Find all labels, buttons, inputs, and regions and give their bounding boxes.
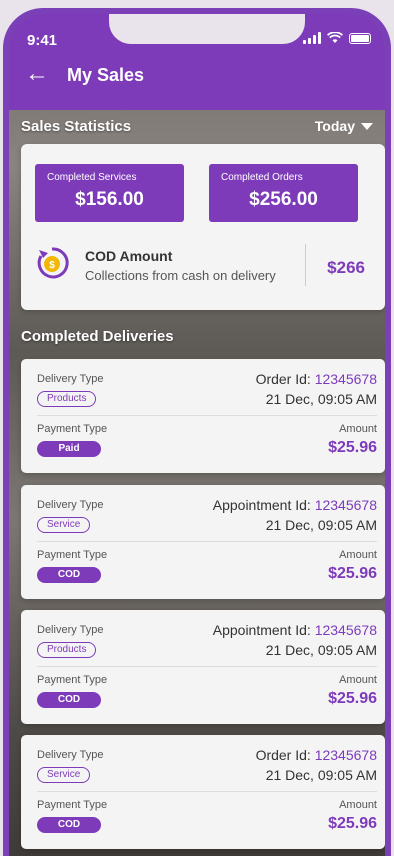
amount-label: Amount [339,799,377,811]
delivery-type-label: Delivery Type [37,624,104,636]
divider [305,244,306,286]
sales-stats-card: Completed Services $156.00 Completed Ord… [21,144,385,310]
completed-deliveries-heading: Completed Deliveries [21,328,174,345]
sales-statistics-heading: Sales Statistics [21,118,132,135]
delivery-type-badge: Service [37,767,91,783]
completed-orders-box: Completed Orders $256.00 [209,164,358,222]
payment-type-label: Payment Type [37,799,108,811]
page-title: My Sales [67,65,145,85]
delivery-type-badge: Products [37,391,97,407]
notch [109,14,305,44]
amount-label: Amount [339,549,377,561]
amount-value: $25.96 [328,439,377,456]
payment-type-badge: COD [37,817,101,833]
delivery-date: 21 Dec, 09:05 AM [265,767,377,783]
cash-collection-icon: $ [37,247,69,279]
svg-text:$: $ [49,260,55,271]
completed-orders-value: $256.00 [249,189,318,210]
battery-icon [349,32,371,44]
delivery-type-badge: Service [37,517,91,533]
cod-amount-subtitle: Collections from cash on delivery [85,268,276,283]
order-id-value: 12345678 [314,371,377,387]
appointment-id-label: Appointment Id: [212,497,311,513]
divider [37,541,377,542]
amount-value: $25.96 [328,690,377,707]
cod-amount-title: COD Amount [85,248,173,264]
appointment-id-value: 12345678 [314,622,377,638]
order-id-label: Order Id: [255,747,311,763]
amount-label: Amount [339,423,377,435]
appointment-id: Appointment Id: 12345678 [213,622,377,638]
divider [37,666,377,667]
delivery-type-label: Delivery Type [37,749,104,761]
appointment-id-value: 12345678 [314,497,377,513]
delivery-date: 21 Dec, 09:05 AM [265,517,377,533]
amount-label: Amount [339,674,377,686]
cod-amount-value: $266 [327,258,365,277]
payment-type-label: Payment Type [37,674,108,686]
completed-orders-label: Completed Orders [221,172,303,183]
delivery-card[interactable]: Delivery Type Service Payment Type COD O… [21,735,385,849]
completed-services-value: $156.00 [75,189,144,210]
order-id-label: Order Id: [255,371,311,387]
chevron-down-icon [361,122,373,130]
completed-services-box: Completed Services $156.00 [35,164,184,222]
appointment-id: Appointment Id: 12345678 [213,497,377,513]
delivery-date: 21 Dec, 09:05 AM [265,391,377,407]
completed-services-label: Completed Services [47,172,137,183]
divider [37,791,377,792]
phone-frame: 9:41 ← My Sales Sales Statistics Today C… [3,8,391,856]
date-filter-dropdown[interactable]: Today [315,118,373,134]
delivery-type-label: Delivery Type [37,499,104,511]
order-id-value: 12345678 [314,747,377,763]
date-filter-label: Today [314,118,355,134]
wifi-icon [327,32,343,43]
back-arrow-icon[interactable]: ← [25,62,49,86]
order-id: Order Id: 12345678 [256,371,377,387]
amount-value: $25.96 [328,565,377,582]
delivery-card[interactable]: Delivery Type Products Payment Type Paid… [21,359,385,473]
order-id: Order Id: 12345678 [256,747,377,763]
delivery-type-label: Delivery Type [37,373,104,385]
divider [37,415,377,416]
payment-type-badge: Paid [37,441,101,457]
status-time: 9:41 [27,32,58,49]
delivery-card[interactable]: Delivery Type Service Payment Type COD A… [21,485,385,599]
delivery-card[interactable]: Delivery Type Products Payment Type COD … [21,610,385,724]
payment-type-label: Payment Type [37,423,108,435]
payment-type-badge: COD [37,567,101,583]
amount-value: $25.96 [328,815,377,832]
delivery-type-badge: Products [37,642,97,658]
appointment-id-label: Appointment Id: [212,622,311,638]
payment-type-label: Payment Type [37,549,108,561]
status-icons [303,32,371,44]
delivery-date: 21 Dec, 09:05 AM [265,642,377,658]
signal-icon [303,32,321,44]
payment-type-badge: COD [37,692,101,708]
